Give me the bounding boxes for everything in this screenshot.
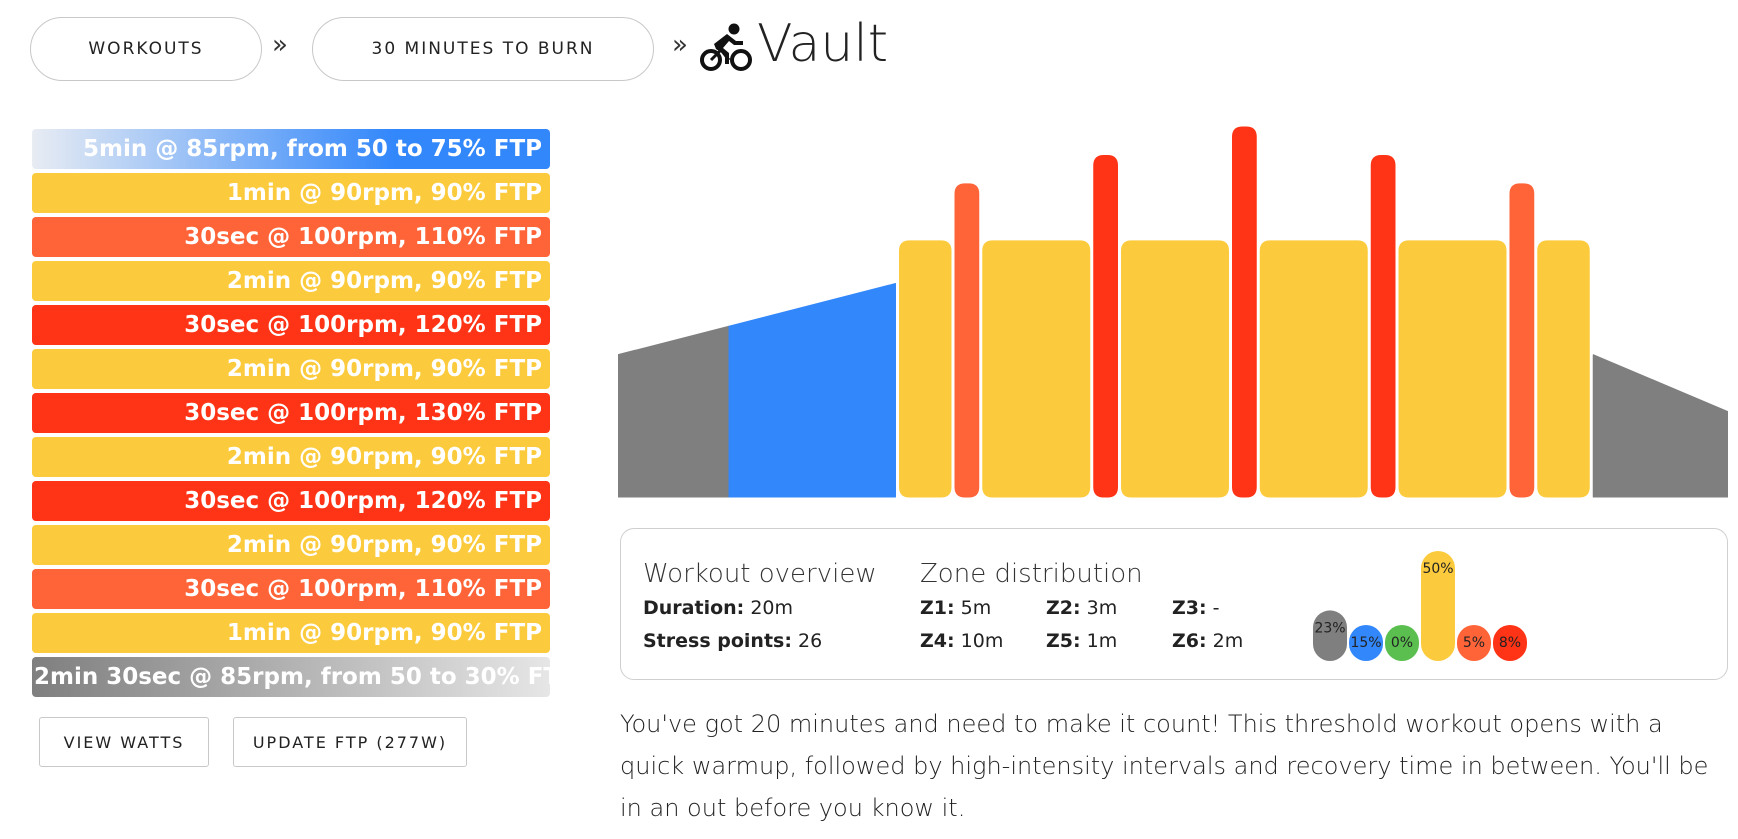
stress-label: Stress points: — [643, 630, 792, 652]
breadcrumb-separator: » — [672, 30, 688, 60]
duration-value: 20m — [750, 597, 793, 619]
interval-row: 1min @ 90rpm, 90% FTP — [32, 613, 550, 653]
interval-bar[interactable] — [728, 283, 896, 498]
interval-bar[interactable] — [1232, 126, 1257, 498]
breadcrumb-separator: » — [272, 30, 288, 60]
interval-bar[interactable] — [1509, 183, 1535, 498]
zone-label: Z5: — [1046, 630, 1081, 652]
zone-stat-z1: Z1: 5m — [920, 597, 991, 619]
interval-bar[interactable] — [1398, 240, 1507, 498]
zone-distribution-label: 0% — [1391, 635, 1413, 651]
zone-value: 10m — [960, 630, 1004, 652]
interval-row: 30sec @ 100rpm, 120% FTP — [32, 481, 550, 521]
interval-bar[interactable] — [954, 183, 980, 498]
zone-distribution-label: 23% — [1314, 620, 1345, 636]
zone-label: Z3: — [1172, 597, 1207, 619]
interval-bar[interactable] — [1093, 154, 1118, 498]
zone-distribution-label: 8% — [1499, 635, 1521, 651]
interval-list: 5min @ 85rpm, from 50 to 75% FTP 1min @ 9… — [32, 129, 550, 701]
category-breadcrumb-button[interactable]: 30 MINUTES TO BURN — [312, 17, 654, 81]
interval-row: 30sec @ 100rpm, 110% FTP — [32, 569, 550, 609]
duration-label: Duration: — [643, 597, 745, 619]
workout-title: Vault — [757, 14, 889, 74]
interval-bar[interactable] — [899, 240, 952, 498]
zone-value: 5m — [960, 597, 992, 619]
stress-value: 26 — [798, 630, 823, 652]
interval-bar[interactable] — [1121, 240, 1229, 498]
zone-value: - — [1212, 597, 1220, 619]
interval-row: 30sec @ 100rpm, 110% FTP — [32, 217, 550, 257]
interval-row: 30sec @ 100rpm, 120% FTP — [32, 305, 550, 345]
interval-row: 2min @ 90rpm, 90% FTP — [32, 525, 550, 565]
interval-bar[interactable] — [1259, 240, 1368, 498]
interval-row: 2min @ 90rpm, 90% FTP — [32, 261, 550, 301]
cyclist-icon — [700, 23, 752, 71]
view-watts-button[interactable]: VIEW WATTS — [39, 717, 209, 767]
interval-row: 5min @ 85rpm, from 50 to 75% FTP — [32, 129, 550, 169]
zone-stat-z4: Z4: 10m — [920, 630, 1003, 652]
zone-distribution-chart: 23% 15% 0% 50% 5% 8% — [1313, 551, 1527, 661]
interval-bar[interactable] — [1592, 354, 1728, 498]
zone-label: Z2: — [1046, 597, 1081, 619]
interval-row: 2min 30sec @ 85rpm, from 50 to 30% FTP — [32, 657, 550, 697]
interval-bar[interactable] — [1537, 240, 1590, 498]
interval-bar[interactable] — [982, 240, 1091, 498]
workout-profile-chart — [618, 126, 1728, 498]
interval-row: 2min @ 90rpm, 90% FTP — [32, 437, 550, 477]
zone-distribution-label: 5% — [1463, 635, 1485, 651]
interval-row: 2min @ 90rpm, 90% FTP — [32, 349, 550, 389]
zone-value: 3m — [1086, 597, 1118, 619]
zone-stat-z2: Z2: 3m — [1046, 597, 1117, 619]
interval-row: 30sec @ 100rpm, 130% FTP — [32, 393, 550, 433]
zone-stat-z6: Z6: 2m — [1172, 630, 1243, 652]
zone-value: 2m — [1212, 630, 1244, 652]
zone-distribution-label: 50% — [1422, 561, 1453, 577]
zone-stat-z5: Z5: 1m — [1046, 630, 1117, 652]
zone-label: Z1: — [920, 597, 955, 619]
workout-overview-card: Workout overview Duration: 20m Stress po… — [620, 528, 1728, 680]
zone-label: Z6: — [1172, 630, 1207, 652]
workout-description: You've got 20 minutes and need to make i… — [620, 710, 1709, 822]
zone-value: 1m — [1086, 630, 1118, 652]
duration-stat: Duration: 20m — [643, 597, 793, 619]
stress-stat: Stress points: 26 — [643, 630, 822, 652]
zone-stat-z3: Z3: - — [1172, 597, 1220, 619]
interval-bar[interactable] — [1370, 154, 1396, 498]
zone-distribution-label: 15% — [1350, 635, 1381, 651]
overview-heading: Workout overview — [643, 559, 877, 589]
update-ftp-button[interactable]: UPDATE FTP (277W) — [233, 717, 467, 767]
interval-bar[interactable] — [618, 325, 730, 498]
zone-label: Z4: — [920, 630, 955, 652]
interval-row: 1min @ 90rpm, 90% FTP — [32, 173, 550, 213]
workouts-breadcrumb-button[interactable]: WORKOUTS — [30, 17, 262, 81]
zone-distribution-heading: Zone distribution — [920, 559, 1143, 589]
